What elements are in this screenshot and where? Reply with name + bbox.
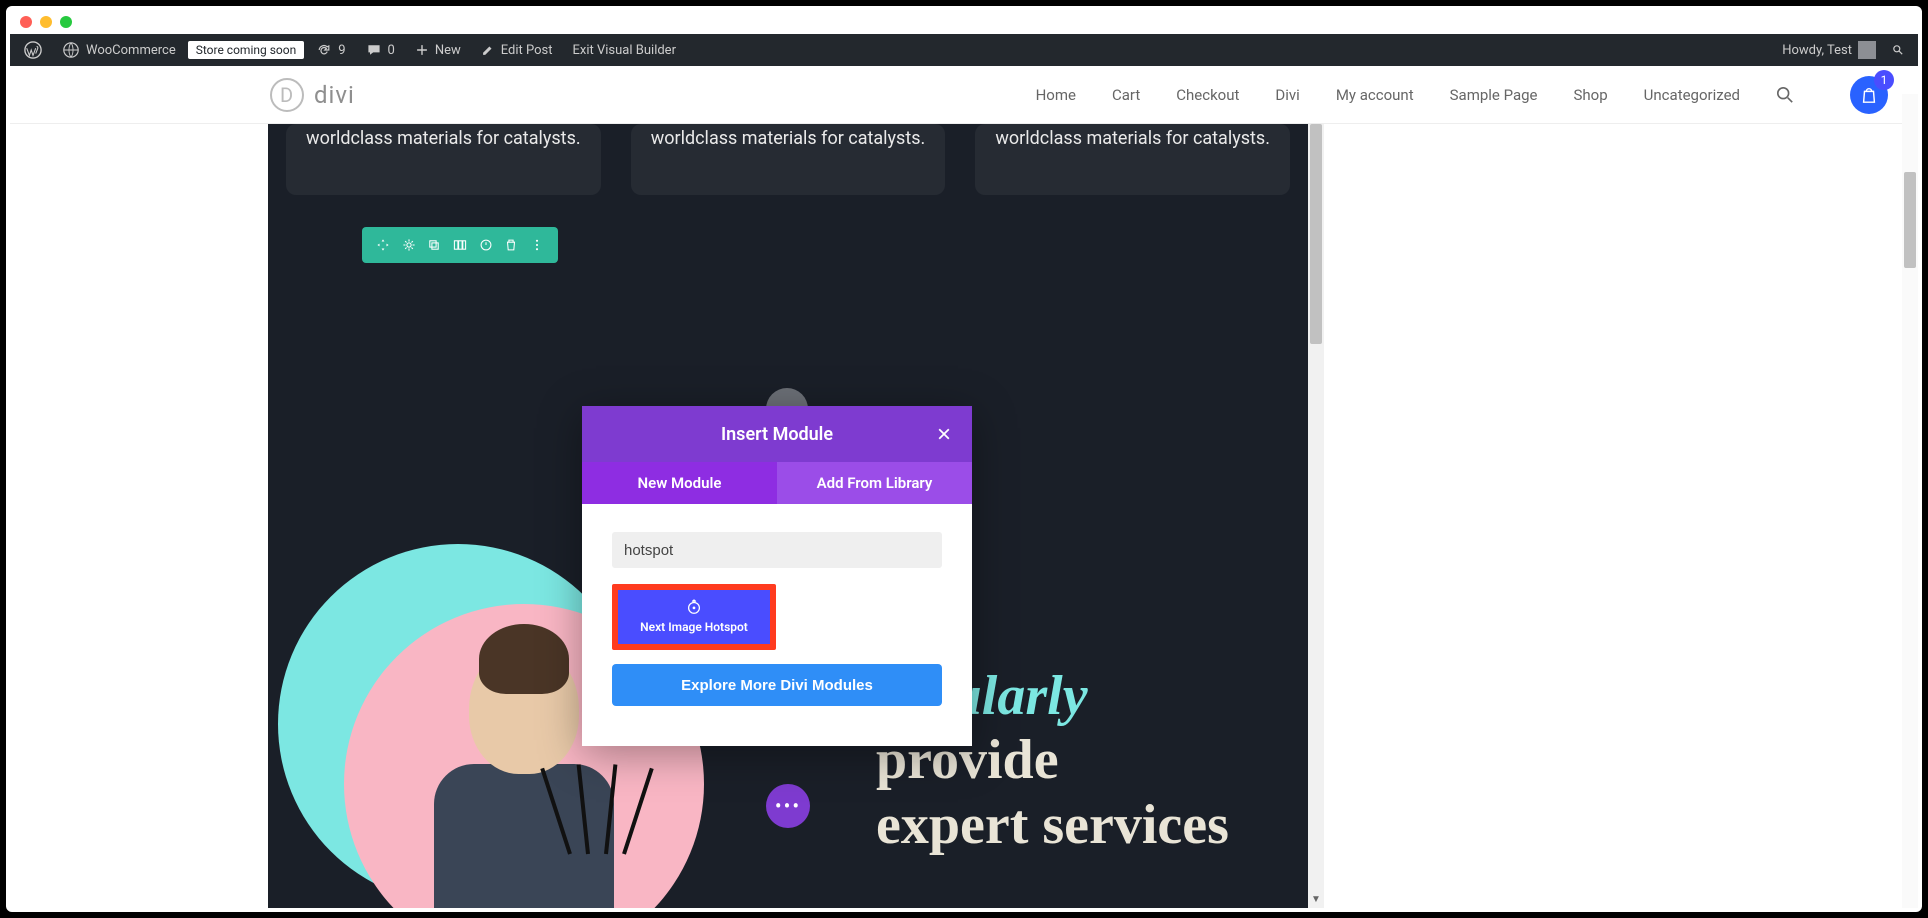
- inner-scrollbar-down-arrow[interactable]: ▼: [1308, 890, 1324, 908]
- combs-illustration: [568, 764, 626, 854]
- close-icon: [936, 426, 952, 442]
- wp-exit-vb-label: Exit Visual Builder: [573, 43, 676, 58]
- nav-divi[interactable]: Divi: [1275, 86, 1299, 104]
- refresh-icon: [316, 42, 332, 58]
- wp-new-label: New: [435, 43, 461, 58]
- dark-section: worldclass materials for catalysts. worl…: [268, 124, 1308, 908]
- window-minimize-dot[interactable]: [40, 16, 52, 28]
- browser-scrollbar-thumb[interactable]: [1904, 172, 1916, 268]
- search-icon: [1776, 86, 1794, 104]
- fab-dots: •••: [775, 794, 801, 818]
- nav-checkout[interactable]: Checkout: [1176, 86, 1239, 104]
- wp-howdy-label: Howdy, Test: [1782, 43, 1852, 58]
- inner-scrollbar[interactable]: ▼: [1308, 124, 1324, 908]
- feature-card: worldclass materials for catalysts.: [975, 124, 1290, 195]
- wp-admin-search[interactable]: [1884, 34, 1912, 66]
- hero-line-3: expert services: [876, 793, 1229, 857]
- avatar-icon: [1858, 41, 1876, 59]
- hotspot-icon: [685, 598, 703, 616]
- modal-close-button[interactable]: [930, 420, 958, 448]
- card-text: worldclass materials for catalysts.: [651, 128, 926, 149]
- plus-icon: [415, 43, 429, 57]
- header-cart-button[interactable]: 1: [1850, 76, 1888, 114]
- window-zoom-dot[interactable]: [60, 16, 72, 28]
- row-duplicate-icon[interactable]: [425, 236, 443, 254]
- feature-cards-row: worldclass materials for catalysts. worl…: [268, 124, 1308, 195]
- modal-header: Insert Module: [582, 406, 972, 462]
- cart-count-badge: 1: [1874, 70, 1894, 90]
- row-delete-icon[interactable]: [502, 236, 520, 254]
- divi-logo-icon: D: [270, 78, 304, 112]
- site-logo-text: divi: [314, 81, 355, 109]
- nav-uncategorized[interactable]: Uncategorized: [1644, 86, 1740, 104]
- modal-title: Insert Module: [721, 424, 833, 445]
- nav-my-account[interactable]: My account: [1336, 86, 1414, 104]
- row-more-icon[interactable]: [528, 236, 546, 254]
- wp-howdy[interactable]: Howdy, Test: [1774, 34, 1884, 66]
- explore-modules-button[interactable]: Explore More Divi Modules: [612, 664, 942, 706]
- nav-home[interactable]: Home: [1036, 86, 1076, 104]
- wp-logo-menu[interactable]: [16, 34, 50, 66]
- insert-module-modal: Insert Module New Module Add From Librar…: [582, 406, 972, 746]
- inner-scrollbar-thumb[interactable]: [1310, 124, 1322, 344]
- page-canvas: worldclass materials for catalysts. worl…: [10, 124, 1918, 908]
- tab-new-module[interactable]: New Module: [582, 462, 777, 504]
- row-move-icon[interactable]: [374, 236, 392, 254]
- primary-nav: Home Cart Checkout Divi My account Sampl…: [1036, 76, 1888, 114]
- module-search-input[interactable]: [612, 532, 942, 568]
- wp-site-menu[interactable]: WooCommerce: [54, 34, 184, 66]
- module-result-highlighted[interactable]: Next Image Hotspot: [612, 584, 776, 650]
- wp-new[interactable]: New: [407, 34, 469, 66]
- wp-updates-count: 9: [338, 43, 345, 58]
- divi-logo-letter: D: [280, 83, 294, 107]
- wordpress-icon: [24, 41, 42, 59]
- wp-comments-count: 0: [388, 43, 395, 58]
- wp-comments[interactable]: 0: [358, 34, 403, 66]
- card-text: worldclass materials for catalysts.: [306, 128, 581, 149]
- divi-row-toolbar: [362, 227, 558, 263]
- browser-scrollbar[interactable]: [1902, 94, 1918, 908]
- row-columns-icon[interactable]: [451, 236, 469, 254]
- modal-tabs: New Module Add From Library: [582, 462, 972, 504]
- shopping-bag-icon: [1860, 86, 1878, 104]
- wp-updates[interactable]: 9: [308, 34, 353, 66]
- nav-shop[interactable]: Shop: [1574, 86, 1608, 104]
- nav-cart[interactable]: Cart: [1112, 86, 1140, 104]
- wp-edit-post[interactable]: Edit Post: [473, 34, 561, 66]
- wp-edit-post-label: Edit Post: [501, 43, 553, 58]
- nav-search-button[interactable]: [1776, 86, 1794, 104]
- feature-card: worldclass materials for catalysts.: [286, 124, 601, 195]
- site-logo[interactable]: D divi: [270, 78, 355, 112]
- feature-card: worldclass materials for catalysts.: [631, 124, 946, 195]
- search-icon: [1892, 41, 1904, 59]
- pencil-icon: [481, 43, 495, 57]
- tab-add-from-library[interactable]: Add From Library: [777, 462, 972, 504]
- modal-body: Next Image Hotspot Explore More Divi Mod…: [582, 504, 972, 746]
- window-close-dot[interactable]: [20, 16, 32, 28]
- divi-fab-button[interactable]: •••: [766, 784, 810, 828]
- store-coming-soon-badge: Store coming soon: [188, 41, 305, 59]
- row-save-icon[interactable]: [477, 236, 495, 254]
- wp-exit-vb[interactable]: Exit Visual Builder: [565, 34, 684, 66]
- card-text: worldclass materials for catalysts.: [995, 128, 1270, 149]
- wp-admin-bar: WooCommerce Store coming soon 9 0 New: [10, 34, 1918, 66]
- site-header: D divi Home Cart Checkout Divi My accoun…: [10, 66, 1918, 124]
- nav-sample-page[interactable]: Sample Page: [1450, 86, 1538, 104]
- window-traffic-lights: [20, 16, 72, 28]
- row-settings-icon[interactable]: [400, 236, 418, 254]
- wp-site-label: WooCommerce: [86, 43, 176, 58]
- module-result-label: Next Image Hotspot: [640, 620, 748, 634]
- comment-icon: [366, 42, 382, 58]
- site-icon: [62, 41, 80, 59]
